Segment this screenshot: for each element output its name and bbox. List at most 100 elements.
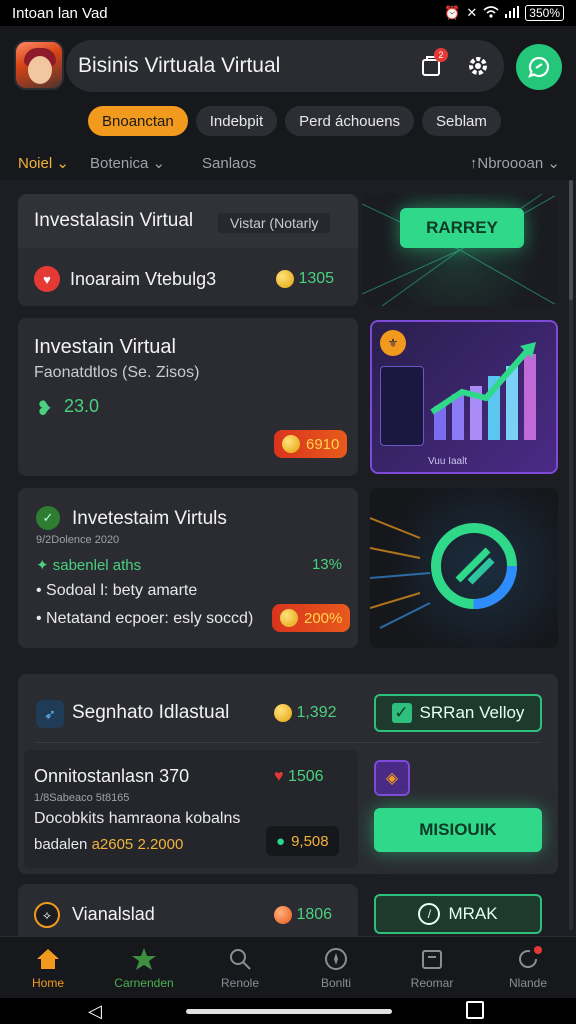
card-3-bullet-1: • Sodoal l: bety amarte	[36, 582, 198, 599]
status-left-text: Intoan lan Vad	[12, 4, 108, 22]
heart-icon: ♥	[34, 266, 60, 292]
scrollbar-thumb[interactable]	[569, 180, 573, 300]
status-bar: Intoan lan Vad ⏰ ✕ 350%	[0, 0, 576, 26]
avatar-face	[28, 56, 52, 84]
wifi-icon	[483, 5, 499, 21]
card-5-cta-button[interactable]: / MRAK	[374, 894, 542, 934]
card-2-subtitle: Faonatdtlos (Se. Zisos)	[34, 364, 200, 381]
notification-button[interactable]: 2	[412, 46, 452, 86]
phone-graphic	[380, 366, 424, 446]
card-4-sub-title: Onnitostanlasn 370	[34, 766, 190, 786]
chat-button[interactable]	[516, 44, 562, 90]
home-icon	[35, 946, 61, 972]
logo-icon: ⚜	[380, 330, 406, 356]
refresh-icon	[516, 945, 542, 972]
nav-home[interactable]: Home	[0, 937, 96, 998]
nav-search[interactable]: Renole	[192, 937, 288, 998]
gear-icon	[469, 57, 487, 75]
card-5-title: Vianalslad	[72, 904, 155, 924]
card-1-tag: Vistar (Notarly	[218, 213, 331, 233]
card-2-image-caption: Vuu Iaalt	[428, 456, 468, 467]
alarm-icon: ⏰	[444, 5, 461, 20]
filter-sort[interactable]: ↑Nbroooan ⌄	[470, 154, 560, 172]
card-4-sub-coins: ♥ 1506	[274, 768, 324, 785]
card-5-coins: 1806	[274, 906, 332, 924]
nav-notifications[interactable]: Nlande	[480, 937, 576, 998]
chevron-down-icon: ⌄	[547, 155, 560, 172]
leaf-icon: ✓	[36, 506, 60, 530]
card-2-chart-image: ⚜ Vuu Iaalt	[370, 320, 558, 474]
card-4-desc-1: Docobkits hamraona kobalns	[34, 810, 241, 827]
rocket-icon: ➶	[36, 700, 64, 728]
vibrate-icon: ✕	[466, 5, 478, 20]
card-1-cta-button[interactable]: RARREY	[400, 208, 524, 248]
coin-icon: ●	[276, 832, 286, 850]
coin-icon	[282, 435, 300, 453]
chip-3[interactable]: Seblam	[422, 106, 501, 136]
scrollbar[interactable]	[569, 180, 573, 930]
category-chips: Bnoanctan Indebpit Perd áchouens Seblam	[88, 106, 501, 136]
chip-2[interactable]: Perd áchouens	[285, 106, 415, 136]
card-4-desc-2: badalen a2605 2.2000	[34, 836, 184, 853]
avatar[interactable]	[14, 40, 64, 90]
content-feed[interactable]: Investalasin Virtual Vistar (Notarly ♥ I…	[0, 180, 576, 936]
chip-0[interactable]: Bnoanctan	[88, 106, 188, 136]
investment-card-4[interactable]: ➶ Segnhato Idlastual 1,392 ✓ SRRan Velloy…	[18, 674, 558, 874]
card-3-badge: 200%	[272, 604, 351, 632]
card-1-sub-label: Inoaraim Vtebulg3	[70, 269, 217, 289]
back-icon[interactable]: ◁	[88, 1001, 102, 1022]
filter-1[interactable]: Noiel ⌄	[18, 154, 69, 172]
notification-dot	[534, 945, 542, 954]
settings-button[interactable]	[458, 46, 498, 86]
investment-card-2[interactable]: Investain Virtual Faonatdtlos (Se. Zisos…	[18, 318, 358, 476]
investment-card-1[interactable]: Investalasin Virtual Vistar (Notarly ♥ I…	[18, 194, 358, 306]
coin-icon	[274, 704, 292, 722]
coin-icon	[274, 906, 292, 924]
coin-icon	[280, 609, 298, 627]
bar-growth-graphic	[430, 342, 536, 440]
card-2-title: Investain Virtual	[34, 336, 176, 358]
card-4-title: Segnhato Idlastual	[72, 702, 230, 723]
star-icon	[131, 946, 157, 972]
battery-icon: 350%	[525, 5, 564, 21]
status-icons: ⏰ ✕ 350%	[444, 5, 564, 21]
coin-icon	[276, 270, 294, 288]
signal-icon	[505, 5, 520, 21]
card-3-bullet-2: • Netatand ecpoer: esly soccd)	[36, 610, 254, 627]
home-gesture-bar[interactable]	[186, 1009, 392, 1014]
app-title: Bisinis Virtuala Virtual	[78, 54, 281, 77]
bottom-nav: Home Carnenden Renole Bonlti Reomar Nlan…	[0, 936, 576, 998]
card-4-cta-button[interactable]: ✓ SRRan Velloy	[374, 694, 542, 732]
recents-icon[interactable]	[466, 1001, 484, 1019]
card-3-image	[370, 488, 558, 648]
speed-lines-graphic	[370, 517, 517, 629]
nav-wallet[interactable]: Reomar	[384, 937, 480, 998]
card-3-line1-pct: 13%	[311, 556, 342, 573]
investment-card-5[interactable]: ⟡ Vianalslad 1806	[18, 884, 358, 936]
investment-card-3[interactable]: ✓ Invetestaim Virtuls 9/2Dolence 2020 ✦ …	[18, 488, 358, 648]
card-4-cta-button-2[interactable]: MISIOUIK	[374, 808, 542, 852]
notification-badge: 2	[434, 48, 448, 62]
card-3-date: 9/2Dolence 2020	[36, 534, 120, 546]
chip-1[interactable]: Indebpit	[195, 106, 278, 136]
search-icon	[228, 946, 252, 972]
wallet-icon	[420, 946, 444, 972]
shield-icon: ⟡	[34, 902, 60, 928]
divider	[36, 742, 540, 743]
slash-icon: /	[418, 903, 441, 925]
app-header: Bisinis Virtuala Virtual 2 Bnoanctan Ind…	[0, 26, 576, 180]
card-1-coins: 1305	[276, 270, 334, 288]
card-3-line1: ✦ sabenlel aths	[36, 557, 142, 574]
filter-2[interactable]: Botenica ⌄	[90, 154, 165, 172]
card-2-badge: 6910	[274, 430, 348, 458]
filter-3[interactable]: Sanlaos	[202, 155, 256, 172]
nav-recommended[interactable]: Carnenden	[96, 937, 192, 998]
nav-explore[interactable]: Bonlti	[288, 937, 384, 998]
trend-up-icon: ❥	[36, 398, 53, 420]
card-3-title: Invetestaim Virtuls	[72, 508, 227, 529]
card-1-title: Investalasin Virtual	[34, 210, 194, 231]
card-4-stat: ● 9,508	[266, 826, 339, 856]
heart-icon: ♥	[274, 768, 284, 785]
filter-bar: Noiel ⌄ Botenica ⌄ Sanlaos ↑Nbroooan ⌄	[0, 146, 576, 180]
card-4-thumb-icon: ◈	[374, 760, 410, 796]
